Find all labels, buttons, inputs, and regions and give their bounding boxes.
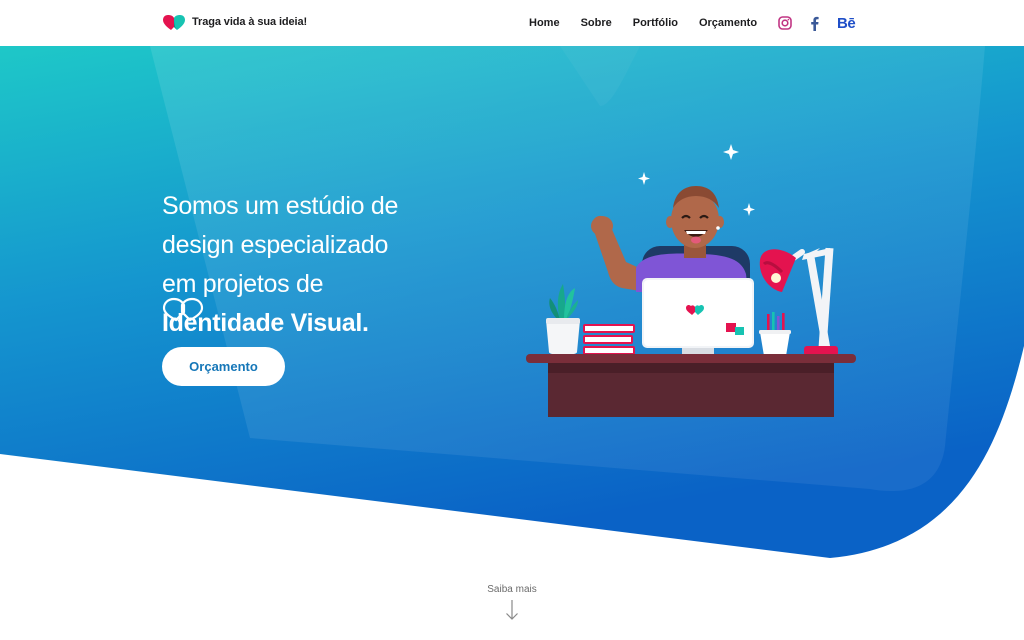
nav-sobre[interactable]: Sobre: [581, 17, 612, 29]
hero-line-1: Somos um estúdio de: [162, 192, 399, 220]
brand-tagline: Traga vida à sua ideia!: [192, 16, 308, 28]
nav-orcamento[interactable]: Orçamento: [699, 17, 757, 29]
hero-section: Somos um estúdio de design especializado…: [0, 46, 1024, 640]
nav-home[interactable]: Home: [529, 17, 560, 29]
hero-line-4: Identidade Visual.: [162, 309, 369, 337]
hero-line-2: design especializado: [162, 231, 389, 259]
facebook-icon[interactable]: [810, 13, 819, 33]
hero-headline: Somos um estúdio de design especializado…: [162, 187, 482, 343]
saiba-mais-label: Saiba mais: [487, 584, 537, 595]
hearts-outline-icon: [162, 297, 204, 322]
hero-line-3: em projetos de: [162, 270, 324, 298]
scroll-hint[interactable]: Saiba mais: [462, 584, 562, 626]
designer-illustration: [526, 144, 856, 417]
brand[interactable]: Traga vida à sua ideia!: [162, 13, 307, 31]
main-nav: Home Sobre Portfólio Orçamento Bē: [529, 0, 873, 46]
site-header: Traga vida à sua ideia! Home Sobre Portf…: [0, 0, 1024, 46]
logo-heart-icon: [163, 15, 185, 30]
orcamento-cta-button[interactable]: Orçamento: [162, 347, 285, 386]
social-links: Bē: [778, 13, 873, 33]
behance-icon[interactable]: Bē: [837, 13, 856, 33]
hero-background: [0, 46, 1024, 558]
arrow-down-icon: [506, 600, 518, 620]
nav-portfolio[interactable]: Portfólio: [633, 17, 678, 29]
instagram-icon[interactable]: [778, 13, 792, 33]
